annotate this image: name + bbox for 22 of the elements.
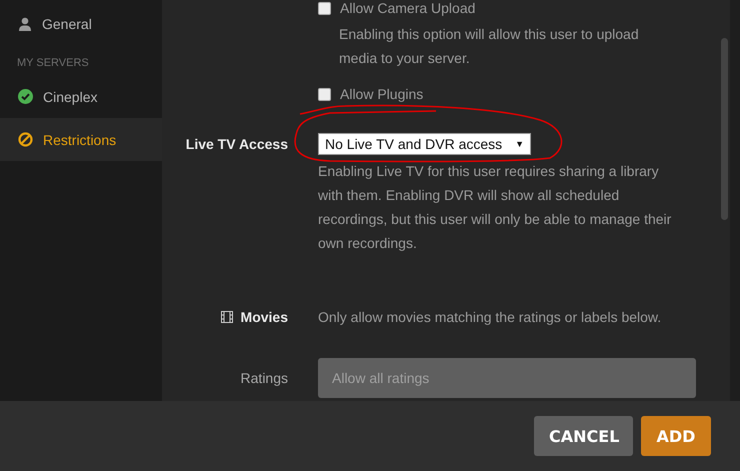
ratings-field[interactable]: Allow all ratings: [318, 358, 696, 398]
sidebar-item[interactable]: Restrictions: [0, 118, 162, 161]
sidebar-item[interactable]: General: [0, 2, 162, 45]
section-header: MY SERVERS: [16, 56, 90, 71]
checkbox-label[interactable]: Allow Camera Upload: [318, 0, 720, 16]
film-icon: [220, 311, 233, 323]
field-label: Live TV Access: [186, 136, 288, 152]
field-label: Ratings: [240, 370, 288, 386]
help-text: Enabling this option will allow this user to upload media to your server.: [339, 25, 640, 68]
checkbox[interactable]: [318, 88, 331, 100]
help-text: Enabling Live TV for this user requires sharing a library with them. Enabling DVR will show all scheduled recordings, but this user will only be able to manage their own recordings.: [318, 162, 672, 253]
scrollbar-thumb[interactable]: [721, 38, 728, 220]
sidebar-item[interactable]: Cineplex: [0, 75, 162, 118]
checkbox[interactable]: [318, 2, 331, 14]
prohibited-icon: [18, 132, 33, 147]
person-icon: [18, 16, 32, 30]
checkbox-label[interactable]: Allow Plugins: [318, 86, 720, 102]
cancel-button[interactable]: CANCEL: [534, 416, 633, 456]
section-title: Movies: [240, 309, 288, 325]
dropdown[interactable]: No Live TV and DVR access ▼: [318, 133, 531, 155]
help-text: Only allow movies matching the ratings or labels below.: [318, 308, 662, 327]
caret-icon: ▼: [515, 139, 524, 149]
